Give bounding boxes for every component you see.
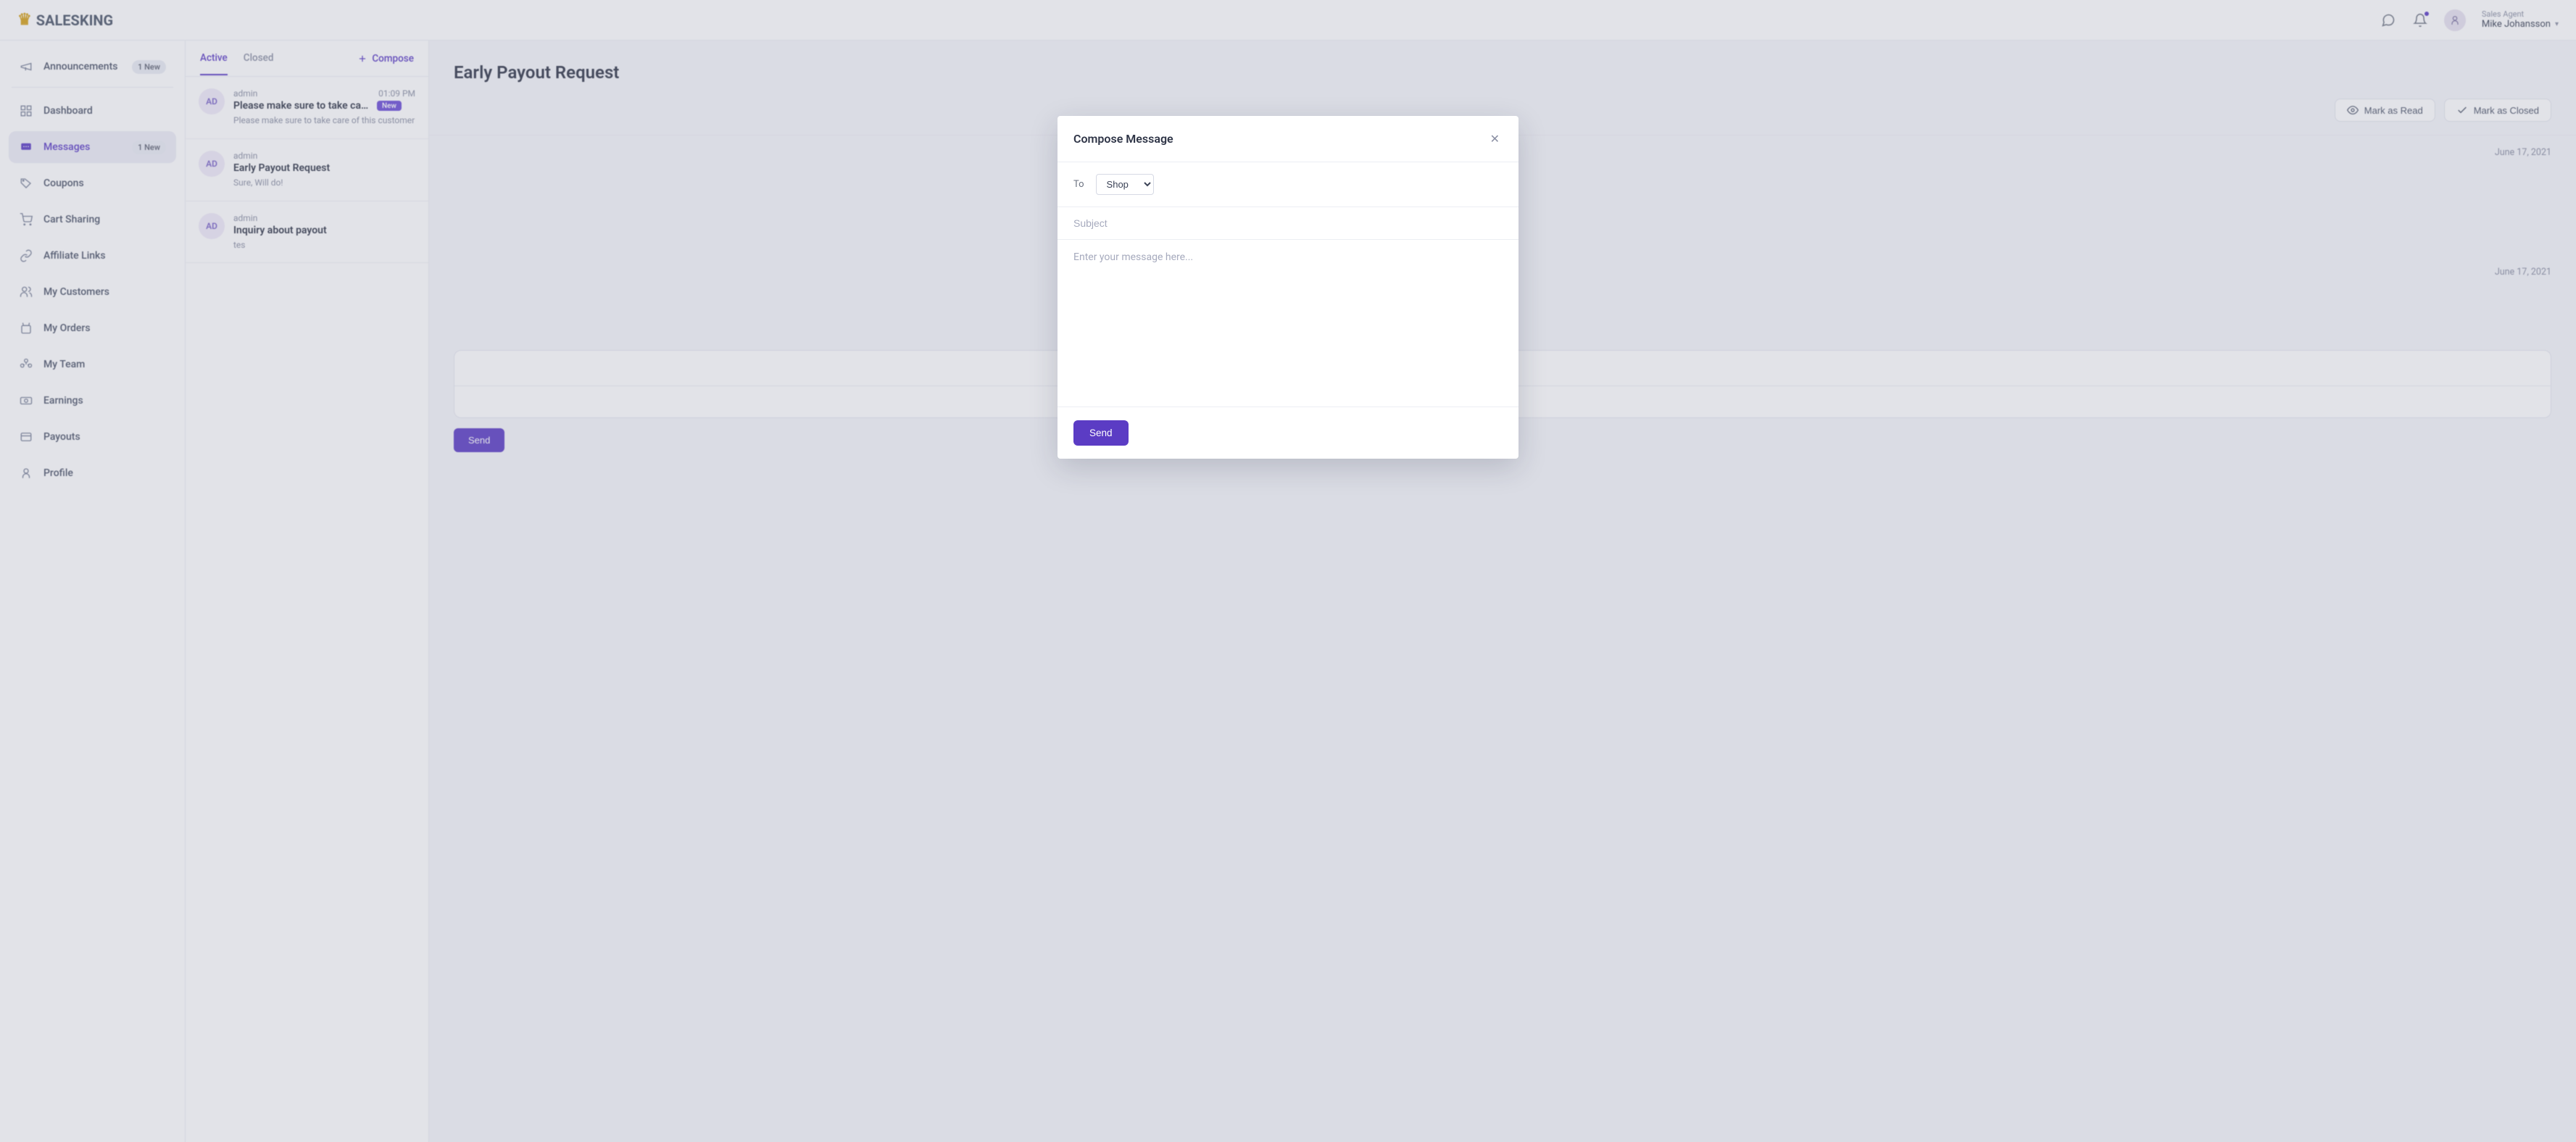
to-select[interactable]: Shop <box>1096 174 1154 195</box>
modal-overlay: Compose Message ✕ To Shop Enter your mes… <box>0 0 2576 1142</box>
modal-footer: Send <box>1058 407 1518 459</box>
modal-title: Compose Message <box>1073 132 1173 146</box>
modal-to-row: To Shop <box>1058 162 1518 207</box>
close-icon[interactable]: ✕ <box>1487 129 1503 149</box>
compose-modal: Compose Message ✕ To Shop Enter your mes… <box>1058 116 1518 459</box>
send-button[interactable]: Send <box>1073 420 1129 446</box>
modal-header: Compose Message ✕ <box>1058 116 1518 162</box>
to-label: To <box>1073 179 1084 190</box>
message-body-input[interactable]: Enter your message here... <box>1058 240 1518 407</box>
subject-input[interactable] <box>1058 207 1518 240</box>
